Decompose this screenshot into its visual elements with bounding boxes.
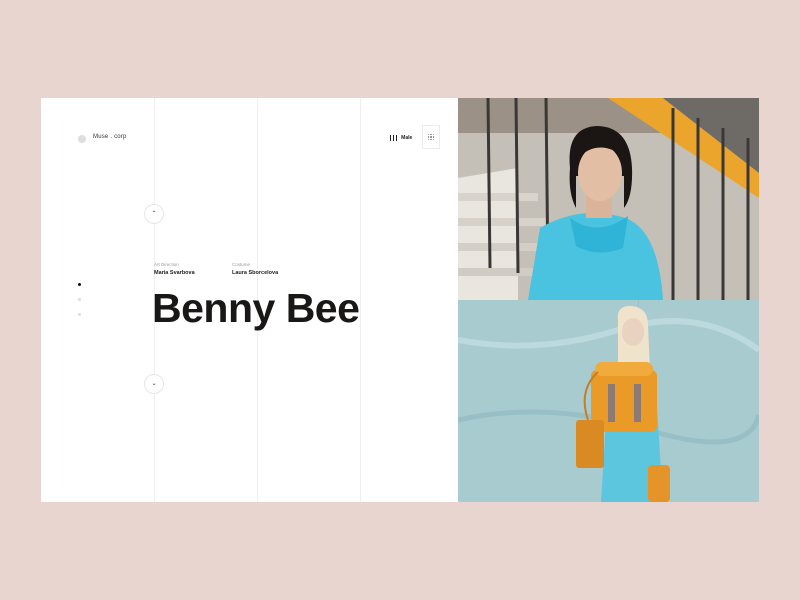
page-title: Benny Bee xyxy=(152,285,360,331)
woman-in-blue-jacket-photo xyxy=(458,98,759,300)
brand-name[interactable]: Muse . corp xyxy=(93,134,127,140)
showcase-card: Muse . corp Male ⌃ ⌄ Art Direction Maria… xyxy=(41,98,759,502)
menu-label: Male xyxy=(401,135,413,141)
menu-bars-icon xyxy=(390,135,398,141)
grid-dots-icon xyxy=(427,133,435,141)
logo-icon[interactable] xyxy=(78,135,86,143)
scroll-down-button[interactable]: ⌄ xyxy=(144,374,164,394)
credit-label-costume: Costume xyxy=(232,262,251,267)
pager-dot-1[interactable] xyxy=(78,283,81,286)
credit-value-art-direction: Maria Svarbova xyxy=(154,270,195,276)
credit-value-costume: Laura Sborcelova xyxy=(232,270,279,276)
scroll-up-button[interactable]: ⌃ xyxy=(144,204,164,224)
content-panel: Muse . corp Male ⌃ ⌄ Art Direction Maria… xyxy=(41,98,458,502)
pager-dot-2[interactable] xyxy=(78,298,81,301)
grid-line xyxy=(360,98,361,502)
woman-with-orange-backpack-photo xyxy=(458,300,759,502)
apps-grid-button[interactable] xyxy=(422,125,440,149)
chevron-down-icon: ⌄ xyxy=(151,381,157,387)
chevron-up-icon: ⌃ xyxy=(151,211,157,217)
menu-button[interactable]: Male xyxy=(390,135,412,141)
credit-label-art-direction: Art Direction xyxy=(154,262,179,267)
pager-dot-3[interactable] xyxy=(78,313,81,316)
